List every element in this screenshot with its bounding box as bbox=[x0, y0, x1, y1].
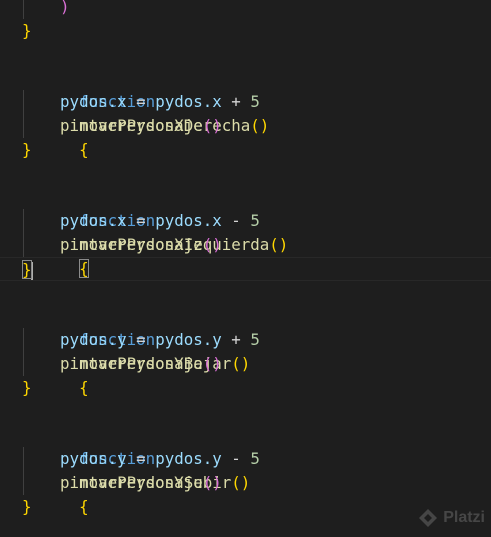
property: .y bbox=[202, 330, 222, 349]
code-line-current[interactable]: } bbox=[0, 257, 491, 281]
variable: pydos bbox=[60, 211, 108, 230]
brace-close: } bbox=[22, 21, 32, 40]
code-line[interactable]: pydos.x = pydos.x - 5 bbox=[0, 209, 491, 233]
function-call: pintarPersonaje bbox=[60, 235, 203, 254]
code-line[interactable]: } bbox=[0, 138, 491, 162]
code-line[interactable]: pintarPersonaje() bbox=[0, 114, 491, 138]
property: .y bbox=[107, 330, 127, 349]
property: .x bbox=[202, 92, 222, 111]
number: 5 bbox=[250, 211, 260, 230]
platzi-logo-icon bbox=[419, 509, 438, 527]
property: .x bbox=[107, 92, 127, 111]
number: 5 bbox=[250, 449, 260, 468]
code-line[interactable]: function moverPydosYSubir() { bbox=[0, 423, 491, 516]
parens: () bbox=[202, 116, 222, 135]
variable: pydos bbox=[155, 330, 203, 349]
code-line[interactable]: pydos.y = pydos.y + 5 bbox=[0, 328, 491, 352]
parens: () bbox=[202, 473, 222, 492]
code-line[interactable]: pintarPersonaje() bbox=[0, 352, 491, 376]
variable: pydos bbox=[155, 449, 203, 468]
property: .x bbox=[107, 211, 127, 230]
code-line[interactable]: pydos.y = pydos.y - 5 bbox=[0, 447, 491, 471]
text-cursor bbox=[30, 261, 33, 280]
property: .x bbox=[202, 211, 222, 230]
code-line[interactable]: function moverPydosYBajar() { bbox=[0, 304, 491, 397]
brace-close: } bbox=[22, 378, 32, 397]
variable: pydos bbox=[60, 449, 108, 468]
number: 5 bbox=[250, 330, 260, 349]
number: 5 bbox=[250, 92, 260, 111]
brace-close: } bbox=[22, 140, 32, 159]
function-call: pintarPersonaje bbox=[60, 354, 203, 373]
parens: () bbox=[202, 354, 222, 373]
property: .y bbox=[107, 449, 127, 468]
function-call: pintarPersonaje bbox=[60, 473, 203, 492]
code-line[interactable]: ) bbox=[0, 0, 491, 19]
variable: pydos bbox=[60, 92, 108, 111]
code-line[interactable]: function moverPydosXDerecha() { bbox=[0, 66, 491, 159]
watermark-text: Platzi bbox=[443, 509, 485, 526]
code-line[interactable]: pydos.x = pydos.x + 5 bbox=[0, 90, 491, 114]
code-line[interactable]: function moverPydosXIzquierda() { bbox=[0, 185, 491, 278]
function-call: pintarPersonaje bbox=[60, 116, 203, 135]
variable: pydos bbox=[155, 92, 203, 111]
property: .y bbox=[202, 449, 222, 468]
parens: () bbox=[202, 235, 222, 254]
variable: pydos bbox=[155, 211, 203, 230]
watermark: Platzi bbox=[417, 507, 485, 529]
code-line[interactable]: } bbox=[0, 376, 491, 400]
variable: pydos bbox=[60, 330, 108, 349]
code-line[interactable]: pintarPersonaje() bbox=[0, 233, 491, 257]
brace-close: } bbox=[22, 497, 32, 516]
code-editor[interactable]: ) } function moverPydosXDerecha() { pydo… bbox=[0, 0, 491, 537]
code-line[interactable]: } bbox=[0, 19, 491, 43]
code-line[interactable]: pintarPersonaje() bbox=[0, 471, 491, 495]
paren-close: ) bbox=[60, 0, 70, 16]
